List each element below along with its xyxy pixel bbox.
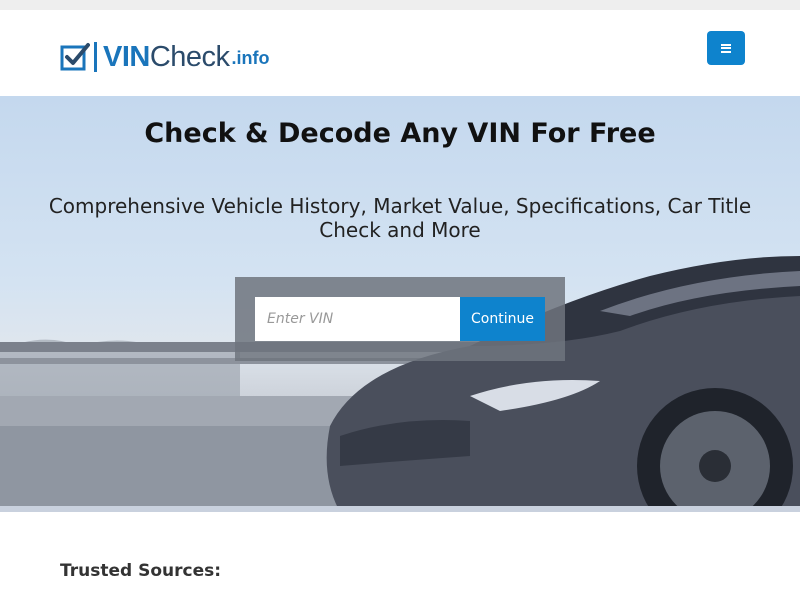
logo-info-text: .info: [231, 48, 270, 68]
trusted-sources-heading: Trusted Sources:: [60, 561, 222, 581]
hero-subtitle: Comprehensive Vehicle History, Market Va…: [48, 194, 752, 242]
vin-search-box: Continue: [235, 277, 565, 361]
checkbox-logo-icon: [60, 43, 90, 71]
top-strip: [0, 0, 800, 10]
site-logo[interactable]: VIN Check .info: [60, 37, 270, 77]
navbar: VIN Check .info: [0, 10, 800, 96]
logo-check-text: Check: [149, 40, 230, 73]
logo-vin-text: VIN: [103, 40, 150, 73]
vin-input[interactable]: [255, 297, 460, 341]
hamburger-icon: [721, 43, 731, 53]
hero-section: Check & Decode Any VIN For Free Comprehe…: [0, 96, 800, 512]
logo-divider: [94, 42, 97, 72]
hero-title: Check & Decode Any VIN For Free: [144, 118, 656, 149]
menu-toggle-button[interactable]: [707, 31, 745, 65]
continue-button[interactable]: Continue: [460, 297, 545, 341]
